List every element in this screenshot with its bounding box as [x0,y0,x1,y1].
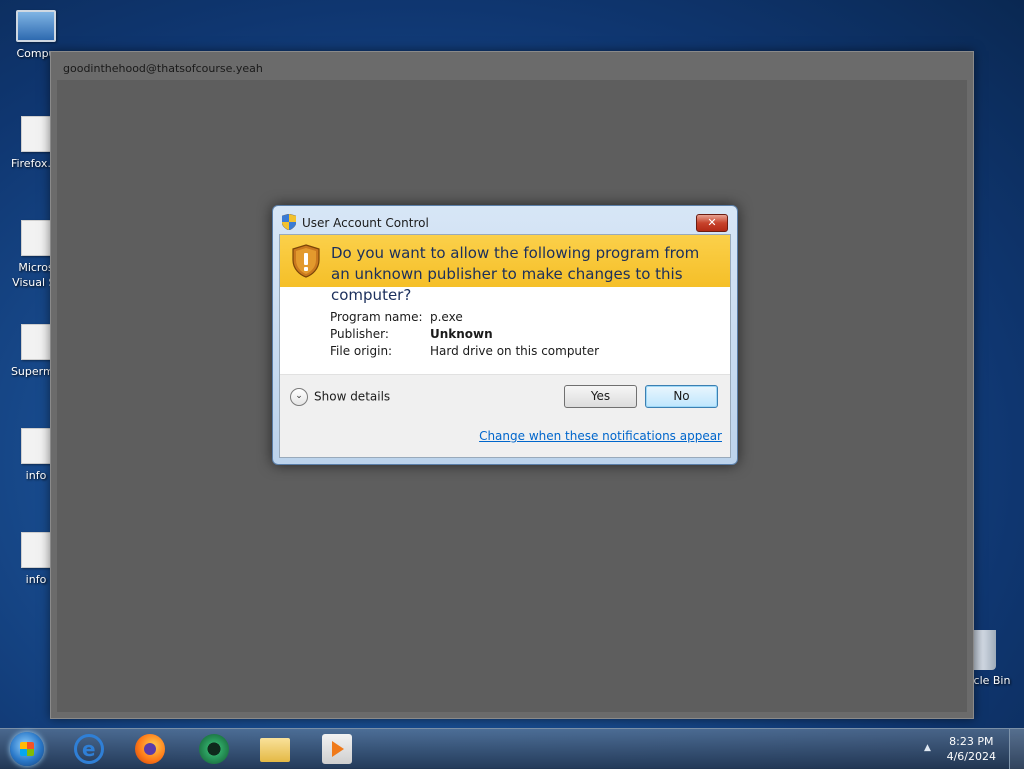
internet-explorer-icon[interactable]: e [74,734,104,764]
warning-banner: Do you want to allow the following progr… [280,235,730,304]
disc-app-icon[interactable] [199,734,229,764]
change-notifications-link[interactable]: Change when these notifications appear [479,429,722,443]
show-details-toggle[interactable]: ⌄ Show details [290,388,390,406]
windows-logo-icon [20,742,34,756]
file-origin-row: File origin: Hard drive on this computer [330,343,599,360]
clock-date: 4/6/2024 [946,750,996,763]
computer-icon [16,10,56,42]
background-window-title: goodinthehood@thatsofcourse.yeah [63,62,263,75]
dialog-titlebar: User Account Control ✕ [273,206,737,234]
shield-icon [282,214,296,230]
uac-dialog: User Account Control ✕ Do you want to al… [272,205,738,465]
file-origin-label: File origin: [330,344,393,358]
publisher-value: Unknown [430,327,493,341]
dialog-title: User Account Control [302,216,429,230]
file-icon [21,532,51,568]
show-desktop-button[interactable] [1009,729,1024,769]
yes-button[interactable]: Yes [564,385,637,408]
close-button[interactable]: ✕ [696,214,728,232]
uac-question: Do you want to allow the following progr… [331,244,700,304]
program-name-label: Program name: [330,310,423,324]
firefox-icon[interactable] [135,734,165,764]
no-button[interactable]: No [645,385,718,408]
publisher-label: Publisher: [330,327,389,341]
publisher-row: Publisher: Unknown [330,326,599,343]
start-button[interactable] [10,732,44,766]
file-icon [21,324,51,360]
clock-time: 8:23 PM [949,735,994,748]
button-bar: ⌄ Show details Yes No [280,374,730,420]
show-details-label: Show details [314,389,391,404]
program-name-value: p.exe [430,310,463,324]
program-details: Program name: p.exe Publisher: Unknown Fil… [330,309,599,360]
chevron-down-icon: ⌄ [290,388,308,406]
dialog-footer: Change when these notifications appear [280,419,730,457]
taskbar: e ▲ 8:23 PM 4/6/2024 [0,728,1024,769]
dialog-body: Do you want to allow the following progr… [279,234,731,458]
program-name-row: Program name: p.exe [330,309,599,326]
file-explorer-icon[interactable] [260,738,290,762]
file-icon [21,116,51,152]
file-icon [21,428,51,464]
file-origin-value: Hard drive on this computer [430,344,600,358]
system-clock[interactable]: 8:23 PM 4/6/2024 [947,734,996,764]
tray-expand-icon[interactable]: ▲ [924,743,931,753]
media-player-icon[interactable] [322,734,352,764]
warning-shield-icon [292,244,320,278]
file-icon [21,220,51,256]
